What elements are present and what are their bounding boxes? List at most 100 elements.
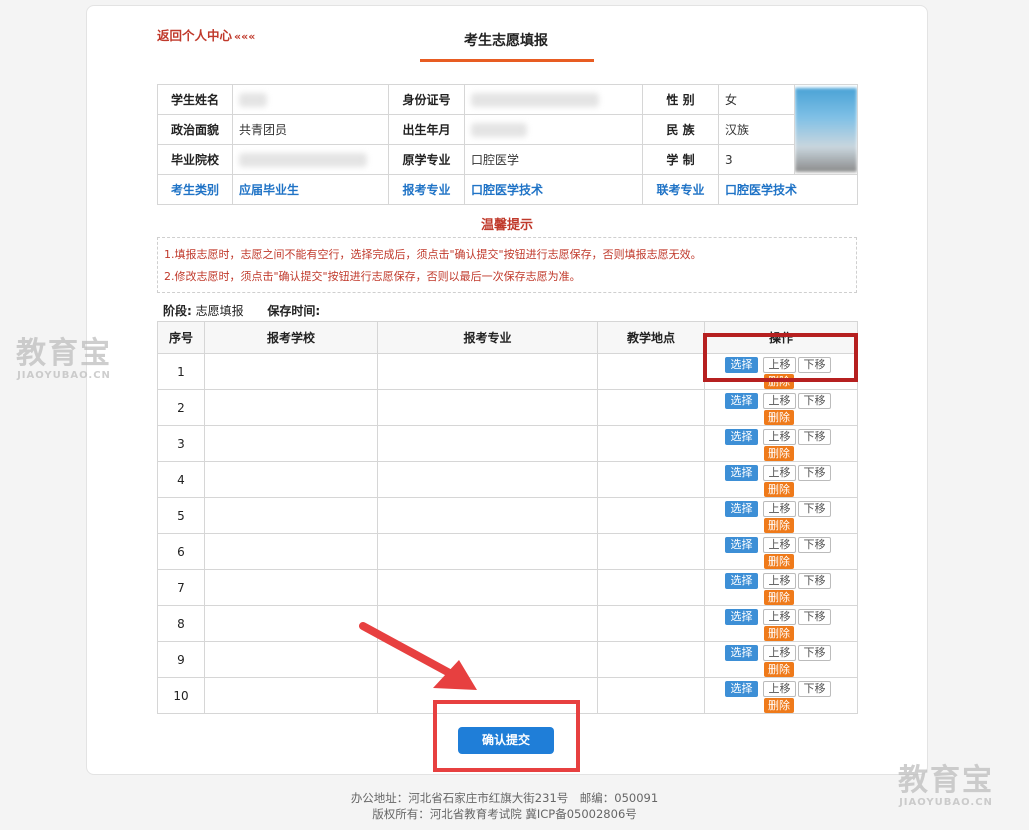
select-button[interactable]: 选择 [725, 501, 758, 517]
row-location [597, 533, 705, 570]
label-original-major: 原学专业 [388, 144, 465, 175]
label-category: 考生类别 [157, 174, 233, 205]
value-political: 共青团员 [232, 114, 389, 145]
tip-line-1: 1.填报志愿时，志愿之间不能有空行，选择完成后，须点击"确认提交"按钮进行志愿保… [164, 248, 702, 261]
row-location [597, 389, 705, 426]
label-joint-major: 联考专业 [642, 174, 719, 205]
row-index: 5 [157, 497, 205, 534]
row-location [597, 605, 705, 642]
select-button[interactable]: 选择 [725, 537, 758, 553]
row-index: 9 [157, 641, 205, 678]
delete-button[interactable]: 删除 [764, 518, 794, 533]
value-ethnicity: 汉族 [718, 114, 795, 145]
move-up-button[interactable]: 上移 [763, 465, 796, 481]
delete-button[interactable]: 删除 [764, 662, 794, 677]
watermark-en: JIAOYUBAO.CN [17, 370, 111, 381]
row-actions: 选择 上移 下移 删除 [704, 425, 858, 462]
move-down-button[interactable]: 下移 [798, 537, 831, 553]
move-down-button[interactable]: 下移 [798, 465, 831, 481]
select-button[interactable]: 选择 [725, 609, 758, 625]
back-to-center-link[interactable]: 返回个人中心 ««« [157, 25, 255, 44]
annotation-frame-submit [433, 700, 580, 772]
table-row: 4 选择 上移 下移 删除 [157, 461, 858, 498]
table-row: 6 选择 上移 下移 删除 [157, 533, 858, 570]
header-school: 报考学校 [204, 321, 378, 354]
move-down-button[interactable]: 下移 [798, 573, 831, 589]
row-actions: 选择 上移 下移 删除 [704, 461, 858, 498]
value-birth [464, 114, 643, 145]
select-button[interactable]: 选择 [725, 465, 758, 481]
footer: 办公地址：河北省石家庄市红旗大街231号 邮编：050091 版权所有：河北省教… [0, 790, 1009, 822]
select-button[interactable]: 选择 [725, 573, 758, 589]
delete-button[interactable]: 删除 [764, 410, 794, 425]
value-category: 应届毕业生 [232, 174, 389, 205]
row-actions: 选择 上移 下移 删除 [704, 497, 858, 534]
move-up-button[interactable]: 上移 [763, 573, 796, 589]
move-down-button[interactable]: 下移 [798, 393, 831, 409]
page-title: 考生志愿填报 [464, 33, 548, 49]
tips-box: 1.填报志愿时，志愿之间不能有空行，选择完成后，须点击"确认提交"按钮进行志愿保… [157, 237, 857, 293]
label-duration: 学 制 [642, 144, 719, 175]
row-school [204, 389, 378, 426]
move-down-button[interactable]: 下移 [798, 681, 831, 697]
delete-button[interactable]: 删除 [764, 554, 794, 569]
stage-label: 阶段: [163, 304, 192, 318]
move-up-button[interactable]: 上移 [763, 393, 796, 409]
row-school [204, 569, 378, 606]
delete-button[interactable]: 删除 [764, 482, 794, 497]
label-school: 毕业院校 [157, 144, 233, 175]
move-up-button[interactable]: 上移 [763, 609, 796, 625]
photo-cell [794, 84, 858, 175]
move-up-button[interactable]: 上移 [763, 429, 796, 445]
row-major [377, 533, 598, 570]
move-up-button[interactable]: 上移 [763, 645, 796, 661]
delete-button[interactable]: 删除 [764, 698, 794, 713]
row-school [204, 353, 378, 390]
move-up-button[interactable]: 上移 [763, 537, 796, 553]
row-index: 3 [157, 425, 205, 462]
move-down-button[interactable]: 下移 [798, 501, 831, 517]
watermark-cn: 教育宝 [898, 763, 994, 798]
value-name [232, 84, 389, 115]
table-row: 9 选择 上移 下移 删除 [157, 641, 858, 678]
tips-title: 温馨提示 [480, 218, 533, 233]
row-index: 2 [157, 389, 205, 426]
footer-address: 办公地址：河北省石家庄市红旗大街231号 邮编：050091 [350, 791, 659, 805]
row-index: 1 [157, 353, 205, 390]
delete-button[interactable]: 删除 [764, 626, 794, 641]
delete-button[interactable]: 删除 [764, 446, 794, 461]
delete-button[interactable]: 删除 [764, 590, 794, 605]
row-location [597, 569, 705, 606]
row-major [377, 497, 598, 534]
row-index: 8 [157, 605, 205, 642]
move-up-button[interactable]: 上移 [763, 501, 796, 517]
move-up-button[interactable]: 上移 [763, 681, 796, 697]
stage-value: 志愿填报 [195, 304, 244, 318]
table-row: 8 选择 上移 下移 删除 [157, 605, 858, 642]
title-underline [420, 59, 594, 62]
label-name: 学生姓名 [157, 84, 233, 115]
select-button[interactable]: 选择 [725, 681, 758, 697]
select-button[interactable]: 选择 [725, 645, 758, 661]
back-link-label: 返回个人中心 [157, 28, 233, 43]
row-major [377, 425, 598, 462]
label-gender: 性 别 [642, 84, 719, 115]
row-school [204, 425, 378, 462]
row-school [204, 605, 378, 642]
row-major [377, 389, 598, 426]
header-major: 报考专业 [377, 321, 598, 354]
student-info-table: 学生姓名 身份证号 性 别 女 政治面貌 共青团员 出生年月 民 族 汉族 毕业… [157, 84, 858, 205]
row-school [204, 497, 378, 534]
row-major [377, 353, 598, 390]
move-down-button[interactable]: 下移 [798, 429, 831, 445]
row-actions: 选择 上移 下移 删除 [704, 533, 858, 570]
watermark-right: 教育宝 JIAOYUBAO.CN [898, 755, 994, 808]
save-time-label: 保存时间: [267, 304, 321, 318]
select-button[interactable]: 选择 [725, 429, 758, 445]
row-actions: 选择 上移 下移 删除 [704, 605, 858, 642]
move-down-button[interactable]: 下移 [798, 645, 831, 661]
row-school [204, 677, 378, 714]
select-button[interactable]: 选择 [725, 393, 758, 409]
label-ethnicity: 民 族 [642, 114, 719, 145]
move-down-button[interactable]: 下移 [798, 609, 831, 625]
